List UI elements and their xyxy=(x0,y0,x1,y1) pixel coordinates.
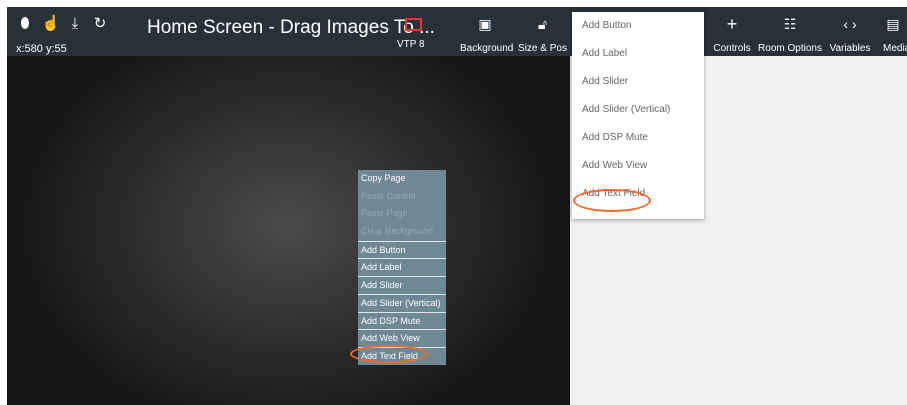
tablet-icon[interactable]: ⬮ xyxy=(15,16,35,31)
menu-item-paste-control: Paste Control xyxy=(361,190,416,201)
menu-item-paste-page: Paste Page xyxy=(361,208,408,219)
top-toolbar: ⬮ ☝ ⤓ ↻ Home Screen - Drag Images To ...… xyxy=(7,7,907,56)
context-menu: Copy Page Paste Control Paste Page Clear… xyxy=(358,170,446,365)
menu-item-add-slider[interactable]: Add Slider xyxy=(358,276,446,294)
media-icon: ▤ xyxy=(886,16,900,32)
dropdown-item-add-label[interactable]: Add Label xyxy=(572,40,704,68)
device-icon xyxy=(405,18,422,31)
menu-item-add-text-field[interactable]: Add Text Field xyxy=(358,346,446,365)
menu-item-add-button[interactable]: Add Button xyxy=(358,240,446,259)
controls-button[interactable]: + Controls xyxy=(710,7,754,56)
page-title: Home Screen - Drag Images To ... xyxy=(147,17,435,38)
room-options-button[interactable]: ☷ Room Options xyxy=(757,7,823,56)
size-pos-button[interactable]: 🔓︎ Size & Pos xyxy=(515,7,570,56)
dropdown-item-add-dsp-mute[interactable]: Add DSP Mute xyxy=(572,124,704,152)
controls-dropdown: Add Button Add Label Add Slider Add Slid… xyxy=(572,12,704,219)
dropdown-item-add-slider[interactable]: Add Slider xyxy=(572,68,704,96)
menu-item-add-dsp-mute[interactable]: Add DSP Mute xyxy=(358,311,446,330)
menu-item-add-web-view[interactable]: Add Web View xyxy=(358,329,446,347)
device-label: VTP 8 xyxy=(397,39,425,50)
dropdown-item-add-button[interactable]: Add Button xyxy=(572,12,704,40)
code-icon: ‹ › xyxy=(843,16,857,32)
menu-item-copy-page[interactable]: Copy Page xyxy=(358,170,446,188)
menu-item-add-label[interactable]: Add Label xyxy=(358,258,446,276)
variables-button[interactable]: ‹ › Variables xyxy=(823,7,877,56)
menu-item-add-slider-vertical[interactable]: Add Slider (Vertical) xyxy=(358,293,446,312)
background-button[interactable]: ▣ Background xyxy=(460,7,513,56)
download-icon[interactable]: ⤓ xyxy=(65,16,85,31)
touch-icon[interactable]: ☝ xyxy=(41,16,61,31)
cursor-coordinates: x:580 y:55 xyxy=(16,43,67,55)
sync-icon[interactable]: ↻ xyxy=(90,16,110,31)
design-canvas[interactable] xyxy=(7,56,570,405)
plus-icon: + xyxy=(726,14,738,34)
menu-item-clear-background: Clear Background xyxy=(361,226,434,237)
dropdown-item-add-slider-vertical[interactable]: Add Slider (Vertical) xyxy=(572,96,704,124)
dropdown-item-add-text-field[interactable]: Add Text Field xyxy=(572,180,704,208)
image-icon: ▣ xyxy=(478,16,492,32)
dropdown-item-add-web-view[interactable]: Add Web View xyxy=(572,152,704,180)
lock-icon: 🔓︎ xyxy=(537,16,548,32)
media-button[interactable]: ▤ Media xyxy=(879,7,907,56)
sliders-icon: ☷ xyxy=(783,16,797,32)
